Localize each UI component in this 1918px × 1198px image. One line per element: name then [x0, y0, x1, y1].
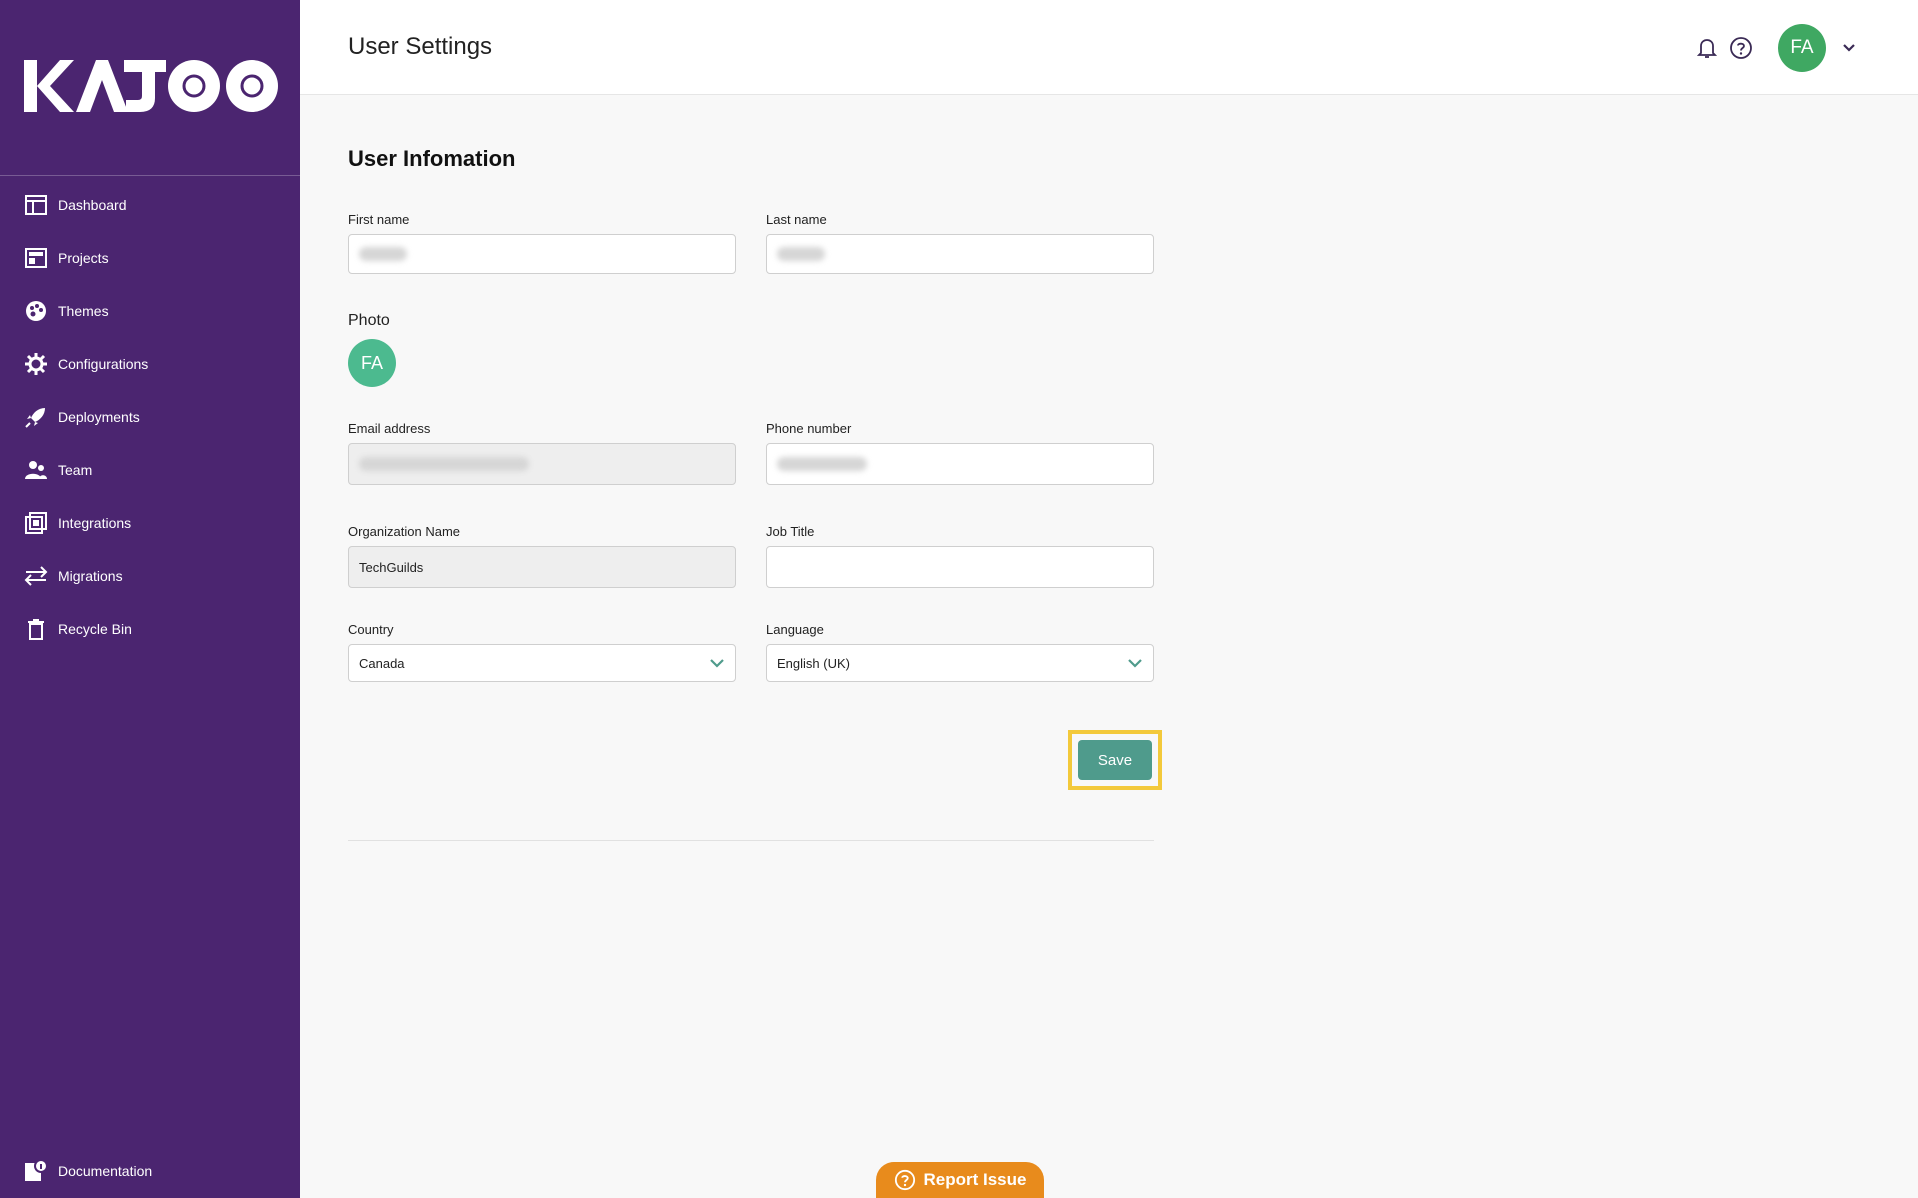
- redacted-value: [359, 247, 407, 261]
- sidebar-bottom: Documentation: [0, 1144, 300, 1197]
- help-icon: [894, 1169, 916, 1191]
- chevron-down-icon: [709, 656, 725, 671]
- sidebar-item-label: Integrations: [58, 514, 132, 531]
- sidebar-item-deployments[interactable]: Deployments: [0, 390, 300, 443]
- logo-mark: [24, 60, 278, 112]
- sidebar-item-label: Projects: [58, 249, 109, 266]
- organization-group: Organization Name TechGuilds: [348, 524, 736, 588]
- email-label: Email address: [348, 421, 431, 436]
- documentation-icon: [24, 1159, 48, 1183]
- phone-field[interactable]: [766, 443, 1154, 485]
- bell-icon[interactable]: [1694, 35, 1720, 61]
- dashboard-icon: [24, 193, 48, 217]
- last-name-group: Last name: [766, 212, 1154, 274]
- first-name-input[interactable]: [348, 234, 736, 274]
- sidebar-item-integrations[interactable]: Integrations: [0, 496, 300, 549]
- redacted-value: [777, 457, 867, 471]
- report-issue-button[interactable]: Report Issue: [876, 1162, 1044, 1198]
- redacted-value: [777, 247, 825, 261]
- top-bar: User Settings FA: [300, 0, 1918, 95]
- first-name-group: First name: [348, 212, 736, 274]
- country-label: Country: [348, 622, 394, 637]
- arrows-icon: [24, 564, 48, 588]
- job-title-group: Job Title: [766, 524, 1154, 588]
- page-title: User Settings: [348, 33, 493, 60]
- gear-icon: [24, 352, 48, 376]
- chevron-down-icon: [1127, 656, 1143, 671]
- trash-icon: [24, 617, 48, 641]
- sidebar-item-label: Deployments: [58, 408, 140, 425]
- language-label: Language: [766, 622, 824, 637]
- save-button[interactable]: Save: [1078, 740, 1152, 780]
- projects-icon: [24, 246, 48, 270]
- chevron-down-icon[interactable]: [1840, 39, 1858, 57]
- kajoo-logo[interactable]: [0, 0, 300, 176]
- sidebar-item-team[interactable]: Team: [0, 443, 300, 496]
- phone-label: Phone number: [766, 421, 852, 436]
- palette-icon: [24, 299, 48, 323]
- sidebar-item-label: Configurations: [58, 355, 149, 372]
- phone-group: Phone number: [766, 421, 1154, 485]
- top-actions: FA: [1694, 24, 1858, 72]
- sidebar-item-label: Team: [58, 461, 93, 478]
- photo-avatar[interactable]: FA: [348, 339, 396, 387]
- sidebar-item-label: Documentation: [58, 1162, 153, 1179]
- sidebar-item-label: Migrations: [58, 567, 123, 584]
- divider: [348, 840, 1154, 841]
- organization-field[interactable]: TechGuilds: [348, 546, 736, 588]
- help-icon[interactable]: [1728, 35, 1754, 61]
- integrations-icon: [24, 511, 48, 535]
- email-group: Email address: [348, 421, 736, 485]
- section-title: User Infomation: [348, 146, 516, 171]
- sidebar: Dashboard Projects Themes Configurations…: [0, 0, 300, 1198]
- sidebar-item-documentation[interactable]: Documentation: [0, 1144, 300, 1197]
- redacted-value: [359, 457, 529, 471]
- country-group: Country Canada: [348, 622, 736, 682]
- sidebar-item-dashboard[interactable]: Dashboard: [0, 178, 300, 231]
- sidebar-nav: Dashboard Projects Themes Configurations…: [0, 178, 300, 655]
- organization-label: Organization Name: [348, 524, 460, 539]
- report-issue-label: Report Issue: [923, 1170, 1027, 1189]
- sidebar-item-configurations[interactable]: Configurations: [0, 337, 300, 390]
- first-name-label: First name: [348, 212, 410, 227]
- last-name-label: Last name: [766, 212, 827, 227]
- user-avatar[interactable]: FA: [1778, 24, 1826, 72]
- job-title-field[interactable]: [766, 546, 1154, 588]
- sidebar-item-label: Themes: [58, 302, 109, 319]
- sidebar-item-label: Dashboard: [58, 196, 127, 213]
- sidebar-item-themes[interactable]: Themes: [0, 284, 300, 337]
- language-select[interactable]: English (UK): [766, 644, 1154, 682]
- photo-label: Photo: [348, 312, 390, 329]
- sidebar-item-recycle-bin[interactable]: Recycle Bin: [0, 602, 300, 655]
- rocket-icon: [24, 405, 48, 429]
- sidebar-item-label: Recycle Bin: [58, 620, 132, 637]
- last-name-input[interactable]: [766, 234, 1154, 274]
- team-icon: [24, 458, 48, 482]
- email-field[interactable]: [348, 443, 736, 485]
- language-group: Language English (UK): [766, 622, 1154, 682]
- sidebar-item-projects[interactable]: Projects: [0, 231, 300, 284]
- sidebar-item-migrations[interactable]: Migrations: [0, 549, 300, 602]
- save-highlight: Save: [1068, 730, 1162, 790]
- country-select[interactable]: Canada: [348, 644, 736, 682]
- job-title-label: Job Title: [766, 524, 815, 539]
